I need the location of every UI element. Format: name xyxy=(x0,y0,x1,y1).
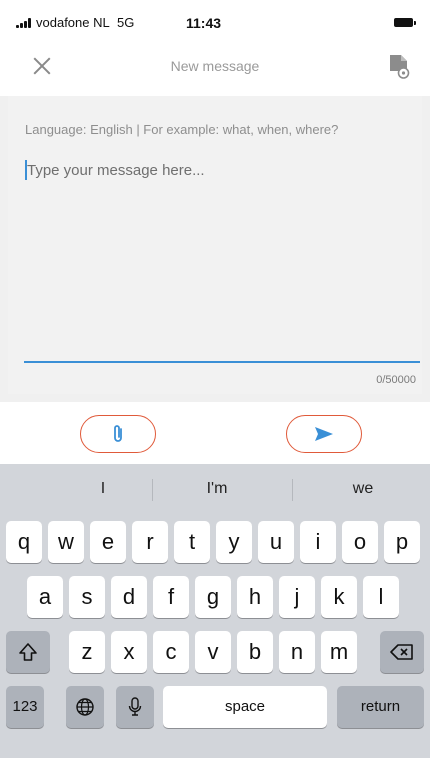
suggestion-divider xyxy=(152,479,153,501)
key-o[interactable]: o xyxy=(342,521,378,563)
microphone-key[interactable] xyxy=(116,686,154,728)
key-d[interactable]: d xyxy=(111,576,147,618)
status-bar: vodafone NL 5G 11:43 xyxy=(0,0,430,44)
key-u[interactable]: u xyxy=(258,521,294,563)
carrier-label: vodafone NL 5G xyxy=(36,15,135,30)
key-n[interactable]: n xyxy=(279,631,315,673)
language-hint: Language: English | For example: what, w… xyxy=(25,122,339,137)
return-key[interactable]: return xyxy=(337,686,424,728)
send-icon xyxy=(315,427,333,441)
key-l[interactable]: l xyxy=(363,576,399,618)
keyboard: I I'm we q w e r t y u i o p a s d f g h… xyxy=(0,464,430,758)
microphone-icon xyxy=(128,697,142,716)
space-key[interactable]: space xyxy=(163,686,327,728)
key-h[interactable]: h xyxy=(237,576,273,618)
message-input[interactable]: Type your message here... xyxy=(27,162,205,179)
key-y[interactable]: y xyxy=(216,521,252,563)
send-button[interactable] xyxy=(286,415,362,453)
delete-key[interactable] xyxy=(380,631,424,673)
key-q[interactable]: q xyxy=(6,521,42,563)
key-a[interactable]: a xyxy=(27,576,63,618)
shift-key[interactable] xyxy=(6,631,50,673)
suggestion-item[interactable]: we xyxy=(303,480,423,498)
globe-key[interactable] xyxy=(66,686,104,728)
key-w[interactable]: w xyxy=(48,521,84,563)
key-m[interactable]: m xyxy=(321,631,357,673)
key-k[interactable]: k xyxy=(321,576,357,618)
attach-button[interactable] xyxy=(80,415,156,453)
key-z[interactable]: z xyxy=(69,631,105,673)
suggestion-item[interactable]: I xyxy=(43,480,163,498)
key-x[interactable]: x xyxy=(111,631,147,673)
numbers-key[interactable]: 123 xyxy=(6,686,44,728)
key-b[interactable]: b xyxy=(237,631,273,673)
suggestion-item[interactable]: I'm xyxy=(157,480,277,498)
key-c[interactable]: c xyxy=(153,631,189,673)
key-p[interactable]: p xyxy=(384,521,420,563)
key-v[interactable]: v xyxy=(195,631,231,673)
backspace-icon xyxy=(390,644,413,660)
key-s[interactable]: s xyxy=(69,576,105,618)
document-settings-icon[interactable] xyxy=(388,54,410,80)
key-j[interactable]: j xyxy=(279,576,315,618)
shift-icon xyxy=(19,643,37,661)
paperclip-icon xyxy=(114,425,122,442)
battery-icon xyxy=(394,18,416,27)
input-underline xyxy=(24,361,420,363)
globe-icon xyxy=(76,698,94,716)
key-i[interactable]: i xyxy=(300,521,336,563)
key-r[interactable]: r xyxy=(132,521,168,563)
suggestion-bar: I I'm we xyxy=(0,464,430,514)
suggestion-divider xyxy=(292,479,293,501)
status-time: 11:43 xyxy=(186,15,222,31)
key-g[interactable]: g xyxy=(195,576,231,618)
character-counter: 0/50000 xyxy=(376,374,416,386)
key-t[interactable]: t xyxy=(174,521,210,563)
page-title: New message xyxy=(170,58,260,74)
header: New message xyxy=(0,44,430,96)
compose-area: Language: English | For example: what, w… xyxy=(0,96,430,402)
signal-strength-icon xyxy=(16,18,34,28)
key-f[interactable]: f xyxy=(153,576,189,618)
action-bar xyxy=(0,402,430,464)
message-card xyxy=(8,96,422,394)
network-label: 5G xyxy=(116,15,135,30)
key-e[interactable]: e xyxy=(90,521,126,563)
